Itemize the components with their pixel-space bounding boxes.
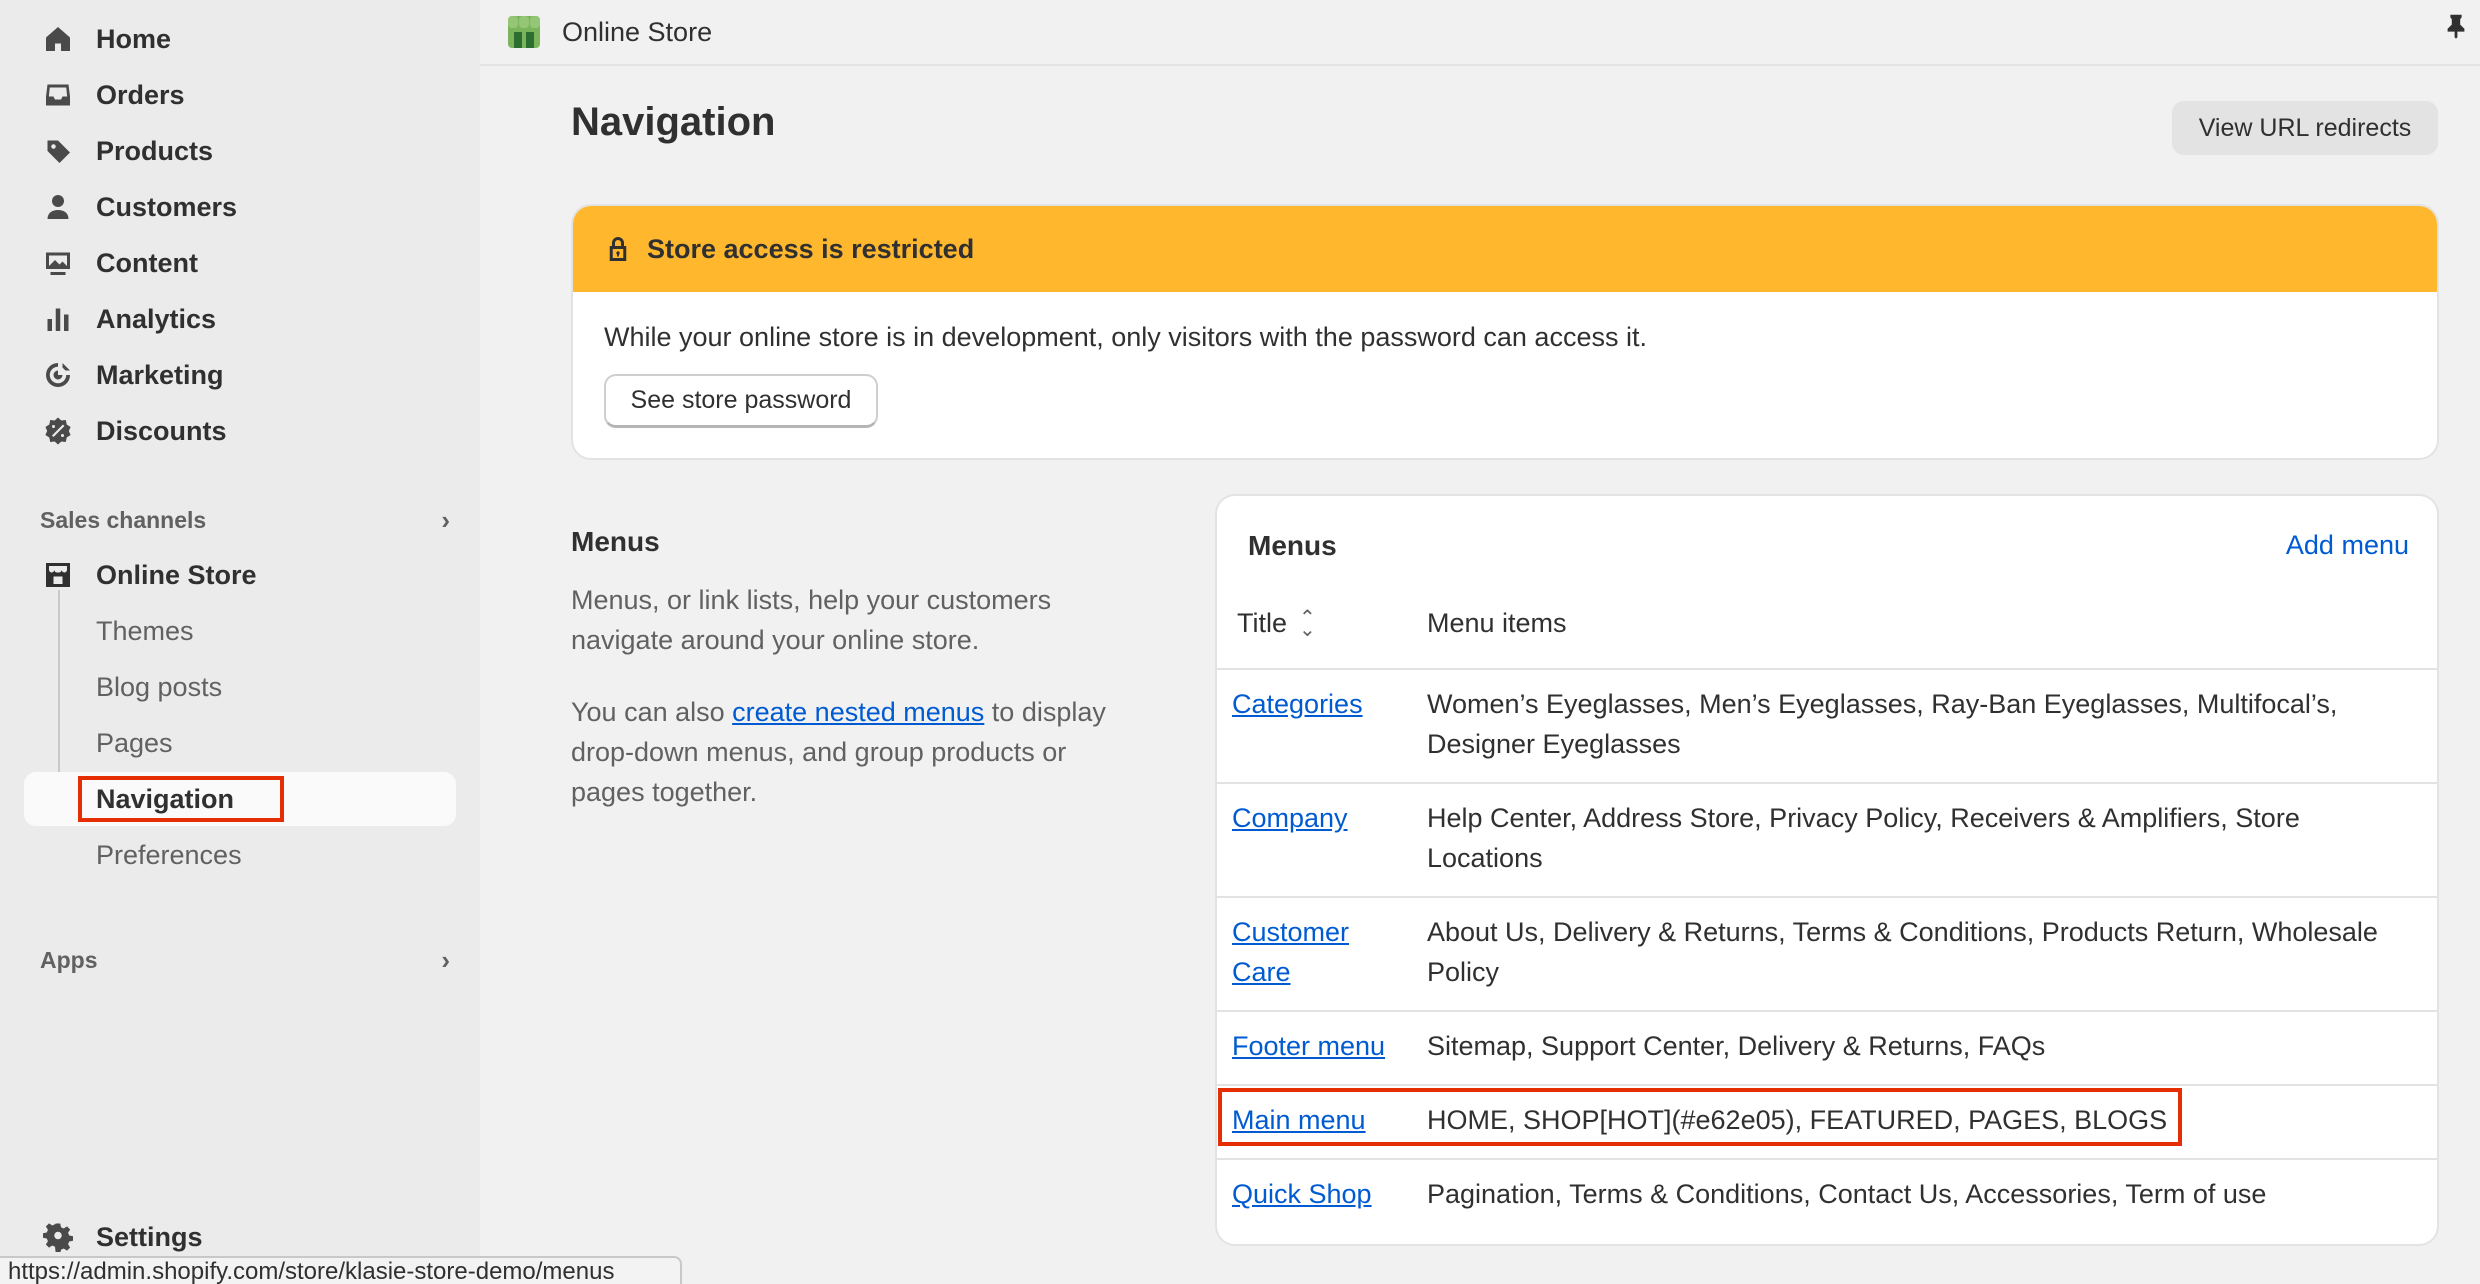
sidebar-item-settings[interactable]: Settings xyxy=(24,1212,456,1262)
nested-text-before: You can also xyxy=(571,697,733,727)
banner-title: Store access is restricted xyxy=(647,233,975,264)
sidebar-item-label: Orders xyxy=(96,79,185,110)
top-bar-title: Online Store xyxy=(562,16,713,47)
menus-card-title: Menus xyxy=(1248,530,1337,561)
target-icon xyxy=(40,357,76,393)
create-nested-menus-link[interactable]: create nested menus xyxy=(732,697,984,727)
apps-label: Apps xyxy=(40,946,98,973)
banner-header: Store access is restricted xyxy=(573,206,2437,292)
sidebar-item-content[interactable]: Content xyxy=(24,238,456,288)
column-header-title-label: Title xyxy=(1237,608,1288,638)
sort-icon[interactable]: ⌃ ⌄ xyxy=(1299,608,1316,640)
sidebar-item-label: Online Store xyxy=(96,559,257,590)
menu-title-link[interactable]: Categories xyxy=(1232,684,1412,724)
sidebar-item-label: Marketing xyxy=(96,359,224,390)
column-header-menu-items: Menu items xyxy=(1427,608,1567,638)
bar-chart-icon xyxy=(40,301,76,337)
sidebar-item-label: Settings xyxy=(96,1221,203,1252)
person-icon xyxy=(40,189,76,225)
view-url-redirects-button[interactable]: View URL redirects xyxy=(2172,101,2438,155)
menu-title-link[interactable]: Customer Care xyxy=(1232,912,1372,992)
sidebar-item-orders[interactable]: Orders xyxy=(24,70,456,120)
image-icon xyxy=(40,245,76,281)
sidebar-item-label: Analytics xyxy=(96,303,217,334)
store-access-banner: Store access is restricted While your on… xyxy=(571,204,2439,460)
sidebar-item-label: Content xyxy=(96,247,198,278)
main-menu-highlight-box xyxy=(1218,1088,2182,1146)
menus-section-title: Menus xyxy=(571,526,660,557)
inbox-icon xyxy=(40,77,76,113)
sidebar-item-marketing[interactable]: Marketing xyxy=(24,350,456,400)
sidebar-item-label: Discounts xyxy=(96,415,227,446)
online-store-logo-icon xyxy=(508,16,540,48)
table-row[interactable]: Footer menu Sitemap, Support Center, Del… xyxy=(1217,1010,2437,1084)
tag-icon xyxy=(40,133,76,169)
tree-line xyxy=(58,590,60,798)
chevron-right-icon: › xyxy=(441,944,450,975)
status-url-bar: https://admin.shopify.com/store/klasie-s… xyxy=(0,1256,682,1284)
menus-nested-description: You can also create nested menus to disp… xyxy=(571,692,1131,812)
gear-icon xyxy=(40,1219,76,1255)
sales-channels-header[interactable]: Sales channels › xyxy=(40,500,450,540)
sidebar-item-online-store[interactable]: Online Store xyxy=(24,550,456,600)
sidebar-item-label: Customers xyxy=(96,191,238,222)
home-icon xyxy=(40,21,76,57)
table-row[interactable]: Categories Women’s Eyeglasses, Men’s Eye… xyxy=(1217,668,2437,782)
add-menu-link[interactable]: Add menu xyxy=(2286,530,2409,561)
banner-text: While your online store is in developmen… xyxy=(604,322,1647,352)
sidebar-item-discounts[interactable]: Discounts xyxy=(24,406,456,456)
table-row[interactable]: Customer Care About Us, Delivery & Retur… xyxy=(1217,896,2437,1010)
sidebar-sub-item-preferences[interactable]: Preferences xyxy=(96,830,242,880)
column-header-title[interactable]: Title ⌃ ⌄ xyxy=(1237,608,1316,640)
sidebar-sub-item-themes[interactable]: Themes xyxy=(96,606,194,656)
menu-title-link[interactable]: Footer menu xyxy=(1232,1026,1412,1066)
navigation-highlight-box xyxy=(78,776,284,822)
sidebar-item-home[interactable]: Home xyxy=(24,14,456,64)
menu-items-text: Help Center, Address Store, Privacy Poli… xyxy=(1427,803,2300,873)
sidebar-item-label: Products xyxy=(96,135,214,166)
discount-icon xyxy=(40,413,76,449)
sales-channels-label: Sales channels xyxy=(40,506,207,533)
sidebar-item-label: Home xyxy=(96,23,172,54)
see-store-password-button[interactable]: See store password xyxy=(604,374,878,428)
top-bar: Online Store xyxy=(480,0,2480,66)
table-row[interactable]: Company Help Center, Address Store, Priv… xyxy=(1217,782,2437,896)
sidebar-sub-item-pages[interactable]: Pages xyxy=(96,718,173,768)
menu-items-text: Women’s Eyeglasses, Men’s Eyeglasses, Ra… xyxy=(1427,689,2338,759)
menu-title-link[interactable]: Company xyxy=(1232,798,1412,838)
page-title: Navigation xyxy=(571,100,776,144)
lock-icon xyxy=(609,237,627,261)
sidebar-sub-item-blog-posts[interactable]: Blog posts xyxy=(96,662,222,712)
table-row[interactable]: Quick Shop Pagination, Terms & Condition… xyxy=(1217,1158,2437,1244)
menu-title-link[interactable]: Quick Shop xyxy=(1232,1174,1412,1214)
pin-icon[interactable] xyxy=(2442,12,2470,40)
menu-items-text: About Us, Delivery & Returns, Terms & Co… xyxy=(1427,917,2378,987)
menus-description: Menus, or link lists, help your customer… xyxy=(571,585,1052,655)
apps-header[interactable]: Apps › xyxy=(40,940,450,980)
store-icon xyxy=(40,557,76,593)
sidebar-item-products[interactable]: Products xyxy=(24,126,456,176)
menu-items-text: Sitemap, Support Center, Delivery & Retu… xyxy=(1427,1031,2046,1061)
sidebar: Home Orders Products Customers Content A… xyxy=(0,0,480,1284)
chevron-right-icon: › xyxy=(441,504,450,535)
menu-items-text: Pagination, Terms & Conditions, Contact … xyxy=(1427,1179,2267,1209)
sidebar-item-customers[interactable]: Customers xyxy=(24,182,456,232)
sidebar-item-analytics[interactable]: Analytics xyxy=(24,294,456,344)
